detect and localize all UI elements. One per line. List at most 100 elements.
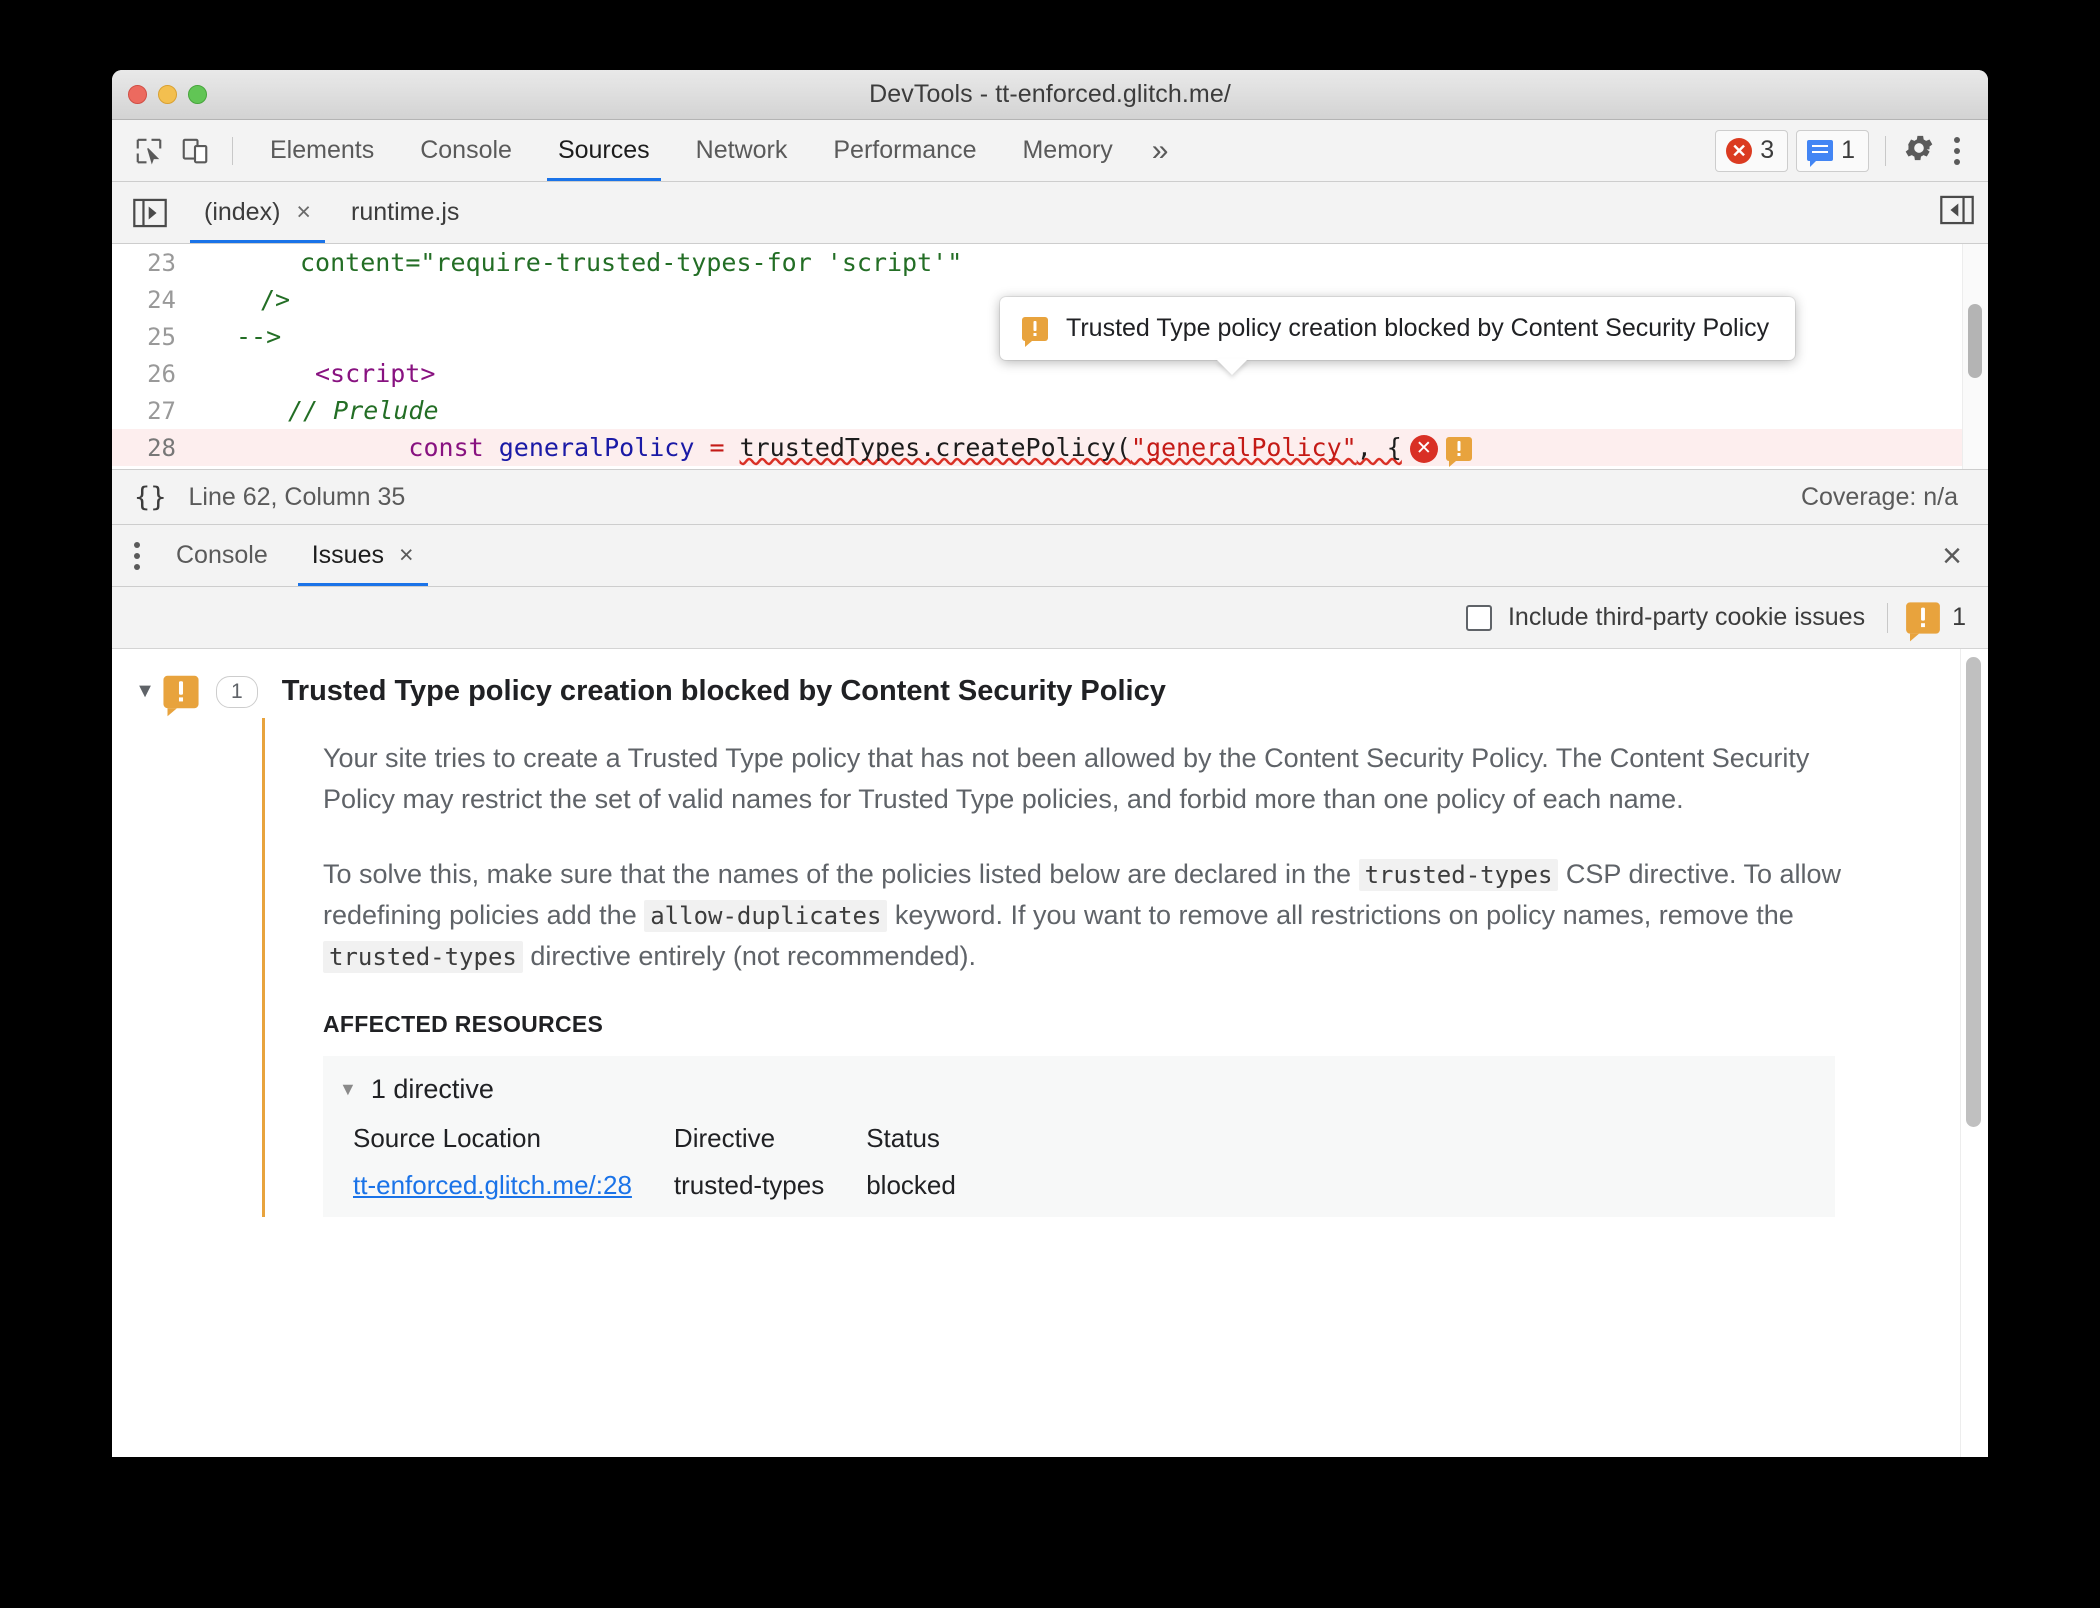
affected-resources-box: ▼ 1 directive Source Location Directive … [323, 1056, 1835, 1218]
tab-elements[interactable]: Elements [247, 120, 397, 181]
code-line: 23 content="require-trusted-types-for 's… [112, 244, 1988, 281]
drawer-tab-console[interactable]: Console [154, 525, 290, 586]
issues-scrollbar-thumb[interactable] [1966, 657, 1981, 1127]
issues-list[interactable]: ▼ 1 Trusted Type policy creation blocked… [112, 649, 1988, 1457]
issues-warning-count: 1 [1952, 603, 1966, 631]
drawer-tab-issues[interactable]: Issues × [290, 525, 436, 586]
kebab-menu-icon[interactable] [126, 541, 154, 570]
code-text: <script> [315, 359, 436, 388]
table-row: tt-enforced.glitch.me/:28 trusted-types … [353, 1170, 998, 1217]
message-count-badge[interactable]: 1 [1796, 129, 1869, 172]
issues-toolbar: Include third-party cookie issues 1 [112, 587, 1988, 649]
tab-performance[interactable]: Performance [810, 120, 999, 181]
code-line: 29 createHTML: string => string.replace(… [112, 466, 1988, 469]
tab-console[interactable]: Console [397, 120, 535, 181]
p2-part4: directive entirely (not recommended). [522, 941, 977, 972]
file-tab-index[interactable]: (index) × [184, 182, 331, 243]
close-icon[interactable]: × [296, 198, 311, 227]
tab-sources[interactable]: Sources [535, 120, 673, 181]
third-party-cookie-checkbox[interactable]: Include third-party cookie issues [1465, 603, 1865, 632]
affected-resources-label: AFFECTED RESOURCES [323, 1011, 604, 1038]
inline-issue-icons[interactable]: ✕ [1409, 434, 1472, 467]
show-navigator-icon[interactable] [128, 195, 172, 231]
p2-part1: To solve this, make sure that the names … [323, 859, 1359, 890]
drawer-tabstrip: Console Issues × × [112, 525, 1988, 587]
hide-debugger-icon[interactable] [1940, 195, 1974, 230]
line-number: 25 [147, 322, 176, 351]
drawer-tab-issues-label: Issues [311, 541, 384, 569]
warning-issue-icon[interactable] [1445, 436, 1472, 467]
toolbar-divider [1887, 602, 1889, 633]
warning-issue-icon [163, 675, 199, 716]
code-allow-duplicates: allow-duplicates [644, 900, 888, 933]
issue-detail: Your site tries to create a Trusted Type… [262, 718, 1988, 1218]
cell-source-location: tt-enforced.glitch.me/:28 [353, 1170, 674, 1217]
line-number: 23 [147, 248, 176, 277]
kebab-menu-icon[interactable] [1936, 136, 1970, 165]
tooltip-text: Trusted Type policy creation blocked by … [1066, 314, 1770, 342]
line-number: 28 [147, 433, 176, 462]
cell-directive: trusted-types [673, 1170, 825, 1201]
devtools-window: DevTools - tt-enforced.glitch.me/ Elemen… [112, 70, 1988, 1457]
file-tab-runtime-js[interactable]: runtime.js [331, 182, 479, 243]
drawer-tab-console-label: Console [176, 541, 268, 569]
code-text: content="require-trusted-types-for 'scri… [300, 248, 963, 277]
chevron-down-icon[interactable]: ▼ [339, 1079, 357, 1100]
code-tail: , { [1356, 432, 1402, 462]
code-text: --> [236, 322, 282, 351]
sources-file-tabstrip: (index) × runtime.js [112, 182, 1988, 244]
table-header-row: Source Location Directive Status [353, 1123, 998, 1170]
resource-group-toggle[interactable]: ▼ 1 directive [323, 1074, 1835, 1105]
devtools-toolbar: Elements Console Sources Network Perform… [112, 120, 1988, 182]
checkbox-icon[interactable] [1465, 604, 1492, 631]
affected-resources-table: Source Location Directive Status tt-enfo… [353, 1123, 998, 1217]
code-line: 26 <script> [112, 355, 1988, 392]
window-titlebar: DevTools - tt-enforced.glitch.me/ [112, 70, 1988, 120]
device-toolbar-icon[interactable] [172, 128, 218, 174]
error-icon[interactable]: ✕ [1409, 434, 1438, 463]
coverage-status: Coverage: n/a [1800, 482, 1958, 511]
error-count-badge[interactable]: ✕ 3 [1715, 129, 1789, 172]
tab-network[interactable]: Network [673, 120, 811, 181]
warning-issue-icon [1022, 316, 1048, 347]
message-count-label: 1 [1841, 136, 1855, 164]
gear-icon[interactable] [1902, 131, 1936, 170]
tab-memory[interactable]: Memory [999, 120, 1135, 181]
issue-title: Trusted Type policy creation blocked by … [281, 675, 1166, 707]
message-icon [1807, 140, 1834, 167]
warning-issue-icon [1906, 601, 1940, 641]
p2-part3: keyword. If you want to remove all restr… [887, 900, 1794, 931]
column-header-directive: Directive [673, 1123, 776, 1154]
toolbar-divider-2 [1885, 135, 1886, 166]
inspect-element-icon[interactable] [126, 128, 172, 174]
panel-tabs: Elements Console Sources Network Perform… [247, 120, 1184, 181]
chevron-down-icon[interactable]: ▼ [122, 680, 168, 703]
editor-status-bar: {} Line 62, Column 35 Coverage: n/a [112, 469, 1988, 525]
editor-scrollbar-thumb[interactable] [1968, 304, 1982, 378]
cell-status: blocked [866, 1170, 956, 1201]
close-drawer-button[interactable]: × [1942, 539, 1962, 573]
issue-count-badge: 1 [216, 675, 258, 708]
code-editor[interactable]: 23 content="require-trusted-types-for 's… [112, 244, 1988, 469]
issue-header-row[interactable]: ▼ 1 Trusted Type policy creation blocked… [112, 649, 1988, 718]
code-trusted-types-2: trusted-types [323, 941, 523, 974]
line-number: 26 [147, 359, 176, 388]
cursor-position: Line 62, Column 35 [188, 482, 406, 511]
code-text: createHTML: string => string.replace(/\<… [190, 441, 1218, 469]
error-icon: ✕ [1726, 137, 1753, 164]
error-count-label: 3 [1760, 136, 1775, 164]
source-location-link[interactable]: tt-enforced.glitch.me/:28 [353, 1170, 632, 1200]
window-title: DevTools - tt-enforced.glitch.me/ [869, 80, 1231, 108]
more-tabs-button[interactable]: » [1136, 120, 1185, 181]
issue-tooltip: Trusted Type policy creation blocked by … [1000, 297, 1796, 360]
file-tab-index-label: (index) [204, 198, 281, 226]
drawer: Console Issues × × Include third-party c… [112, 525, 1988, 1457]
pretty-print-icon[interactable]: {} [134, 482, 167, 513]
resource-group-label: 1 directive [370, 1074, 494, 1105]
toolbar-right-group: ✕ 3 1 [1715, 129, 1970, 172]
line-number: 24 [147, 285, 176, 314]
column-header-status: Status [866, 1123, 940, 1154]
close-icon[interactable]: × [399, 541, 414, 570]
toolbar-divider [232, 136, 233, 165]
line-number: 27 [147, 396, 176, 425]
